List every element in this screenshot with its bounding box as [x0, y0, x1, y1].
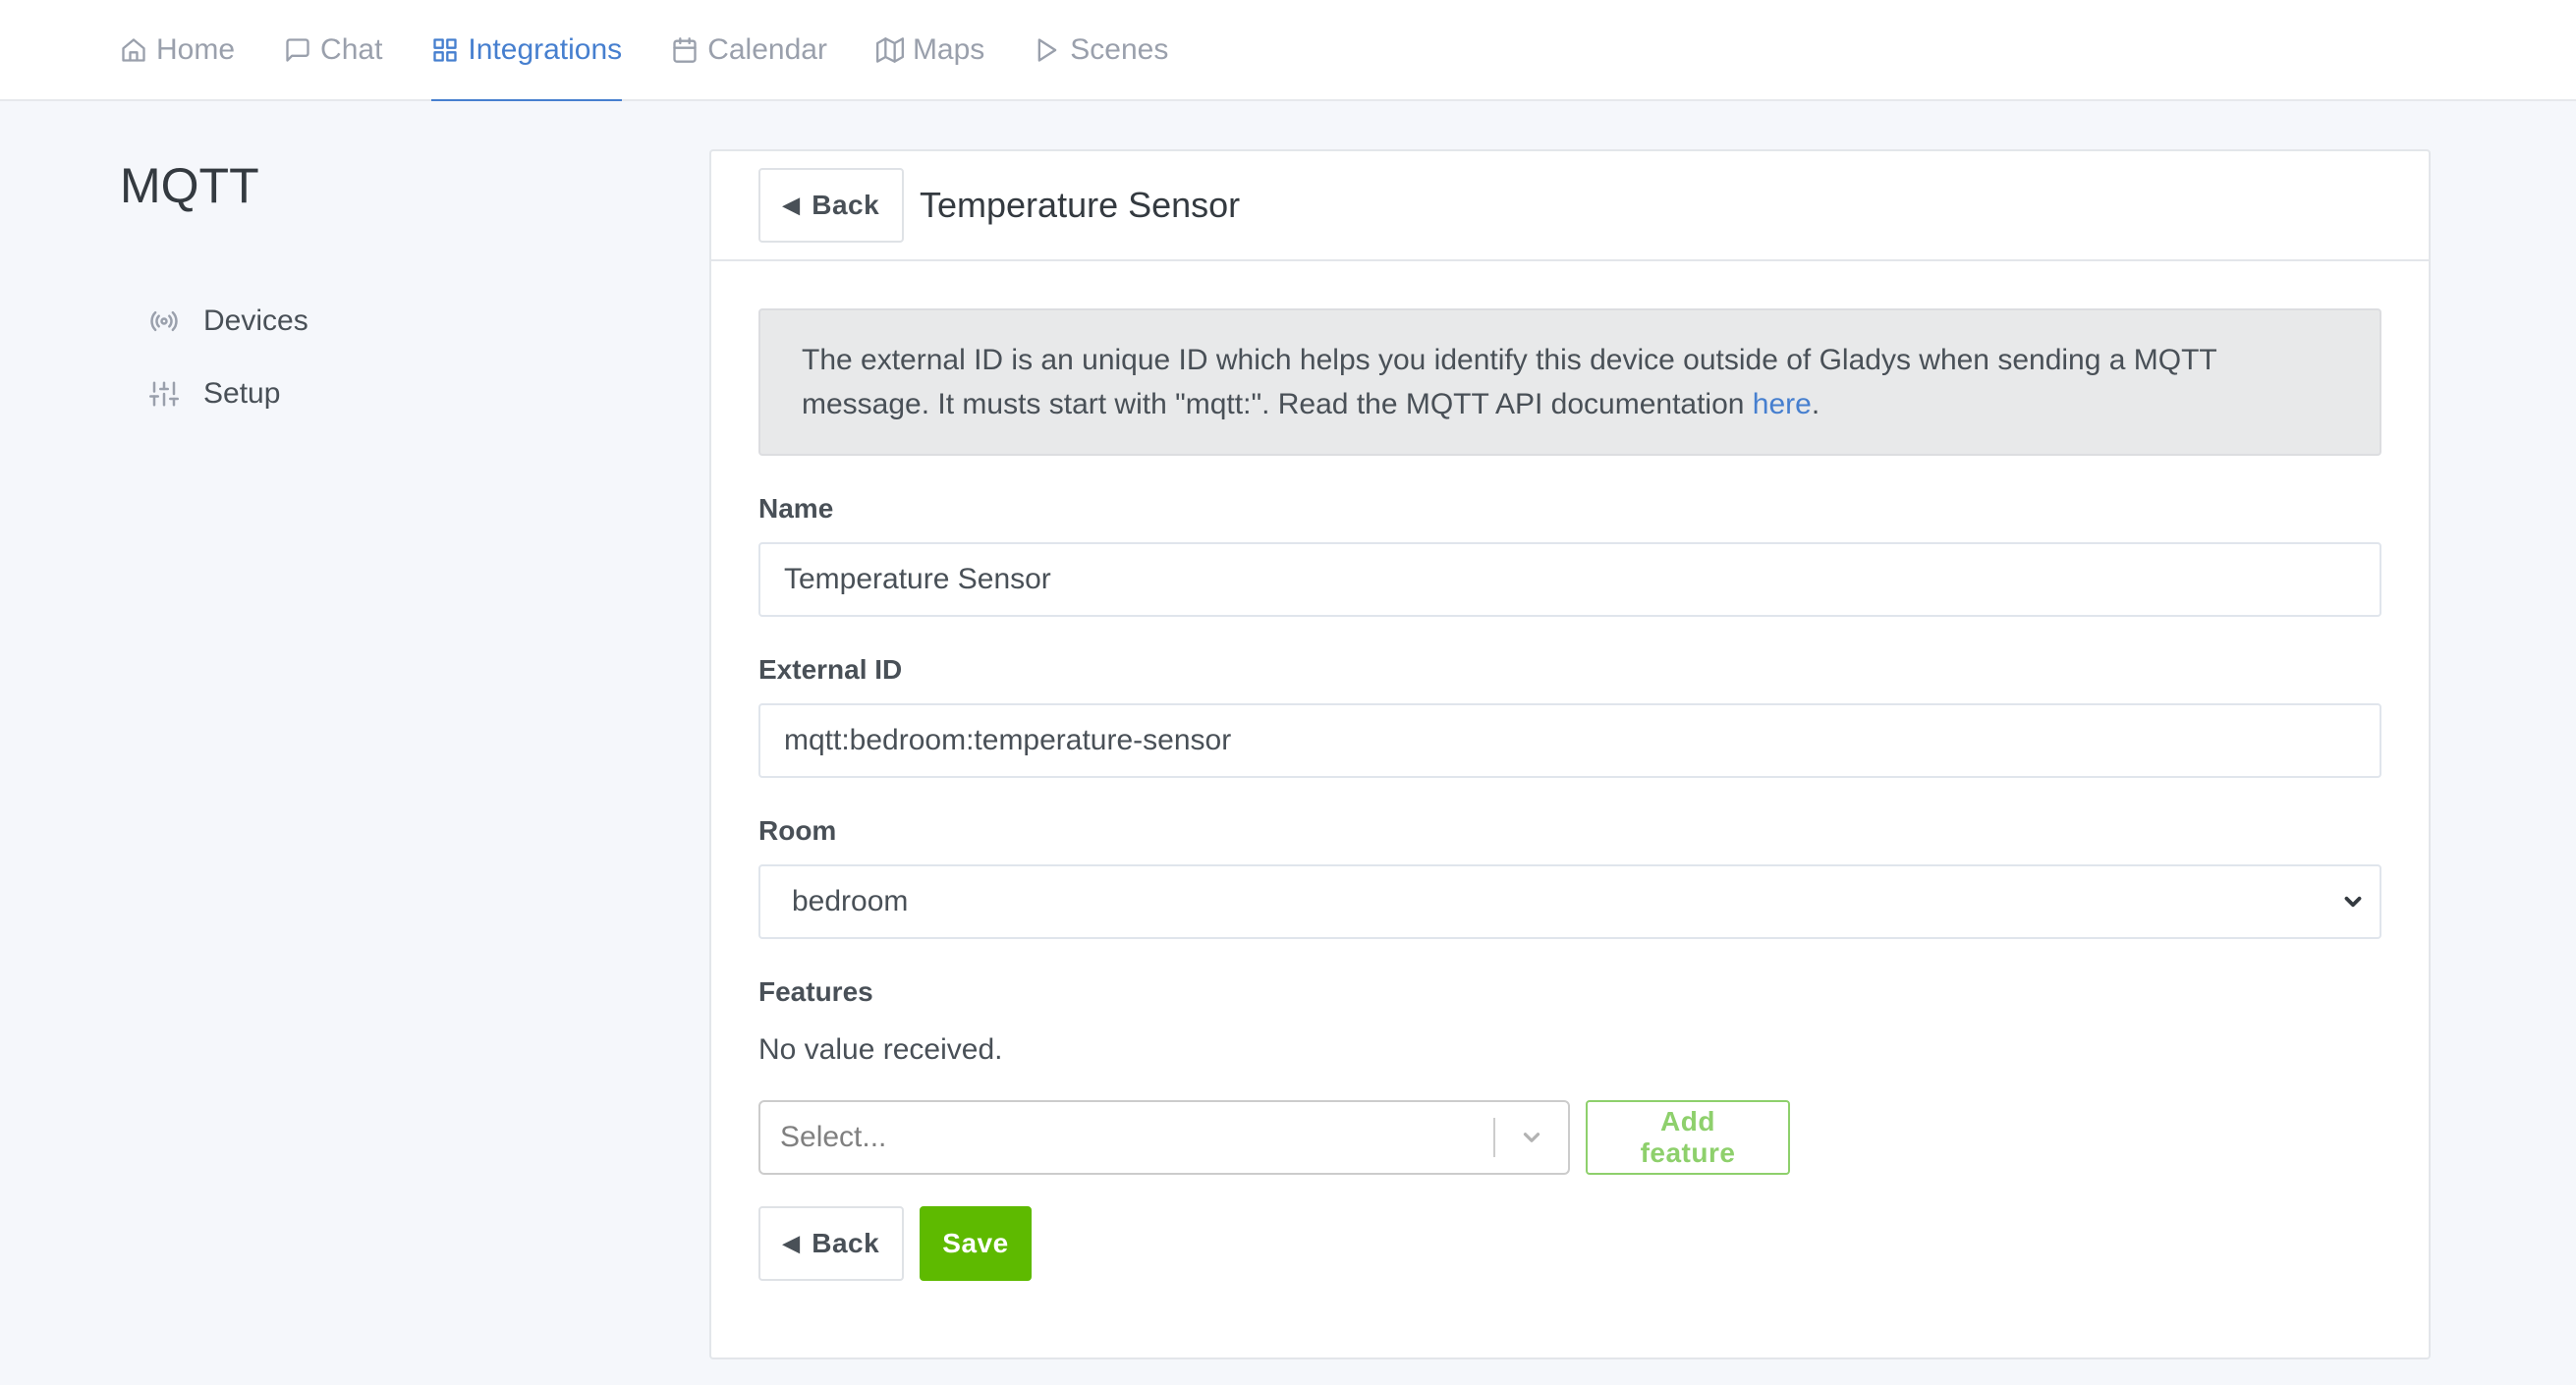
- sidebar-menu: Devices Setup: [149, 285, 308, 430]
- room-select-value: bedroom: [792, 885, 909, 917]
- add-feature-button[interactable]: Add feature: [1586, 1100, 1790, 1175]
- chevron-down-icon: [2344, 896, 2362, 908]
- name-input[interactable]: Temperature Sensor: [758, 542, 2381, 617]
- no-value-text: No value received.: [758, 1033, 1003, 1066]
- features-label: Features: [758, 976, 873, 1007]
- nav-item-label: Maps: [912, 32, 985, 66]
- name-label: Name: [758, 493, 834, 524]
- top-navigation: Home Chat Integrations Calendar Maps Sce…: [0, 0, 2576, 101]
- back-arrow-icon: ◀: [782, 193, 801, 217]
- feature-select-indicator[interactable]: [1493, 1102, 1568, 1173]
- card-title: Temperature Sensor: [920, 185, 1241, 225]
- calendar-icon: [673, 36, 697, 63]
- nav-item-integrations[interactable]: Integrations: [431, 0, 623, 101]
- footer-back-label: Back: [812, 1228, 880, 1258]
- device-edit-card: ◀ Back Temperature Sensor The external I…: [709, 149, 2431, 1359]
- radio-icon: [150, 310, 178, 332]
- save-button[interactable]: Save: [920, 1206, 1032, 1281]
- api-doc-link[interactable]: here: [1753, 388, 1812, 420]
- card-header: ◀ Back Temperature Sensor: [711, 151, 2429, 261]
- chat-icon: [286, 37, 309, 62]
- nav-list: Home Chat Integrations Calendar Maps Sce…: [0, 0, 2576, 101]
- external-id-label: External ID: [758, 654, 903, 685]
- feature-select-placeholder: Select...: [780, 1121, 887, 1153]
- form-actions: ◀ Back Save: [758, 1206, 2381, 1281]
- nav-item-home[interactable]: Home: [120, 0, 235, 99]
- room-label: Room: [758, 815, 837, 846]
- sidebar-item-label: Setup: [203, 377, 281, 410]
- external-id-input[interactable]: mqtt:bedroom:temperature-sensor: [758, 703, 2381, 778]
- play-icon: [1037, 37, 1057, 62]
- feature-add-row: Select... Add feature: [758, 1100, 2381, 1175]
- back-button[interactable]: ◀ Back: [758, 168, 904, 243]
- home-icon: [122, 37, 145, 62]
- nav-item-label: Calendar: [707, 32, 827, 66]
- map-icon: [875, 36, 904, 63]
- nav-item-label: Integrations: [468, 32, 623, 66]
- sidebar-item-label: Devices: [203, 305, 308, 337]
- feature-select[interactable]: Select...: [758, 1100, 1570, 1175]
- nav-item-label: Home: [156, 32, 236, 66]
- nav-item-scenes[interactable]: Scenes: [1034, 0, 1168, 99]
- grid-icon: [433, 37, 458, 62]
- sliders-icon: [149, 381, 179, 407]
- nav-item-calendar[interactable]: Calendar: [671, 0, 827, 99]
- chevron-down-icon: [1523, 1133, 1540, 1142]
- sidebar-item-setup[interactable]: Setup: [149, 358, 308, 430]
- back-button-label: Back: [812, 190, 880, 220]
- back-arrow-icon: ◀: [782, 1231, 801, 1255]
- info-text-end: .: [1811, 388, 1820, 420]
- card-body: The external ID is an unique ID which he…: [711, 261, 2429, 1281]
- info-text: The external ID is an unique ID which he…: [802, 344, 2217, 420]
- sidebar-item-devices[interactable]: Devices: [149, 285, 308, 358]
- nav-item-label: Scenes: [1070, 32, 1169, 66]
- sidebar-title: MQTT: [120, 158, 259, 213]
- footer-back-button[interactable]: ◀ Back: [758, 1206, 904, 1281]
- nav-item-maps[interactable]: Maps: [875, 0, 985, 99]
- nav-item-chat[interactable]: Chat: [284, 0, 382, 99]
- info-alert: The external ID is an unique ID which he…: [758, 308, 2381, 456]
- nav-item-label: Chat: [320, 32, 383, 66]
- room-select[interactable]: bedroom: [758, 864, 2381, 939]
